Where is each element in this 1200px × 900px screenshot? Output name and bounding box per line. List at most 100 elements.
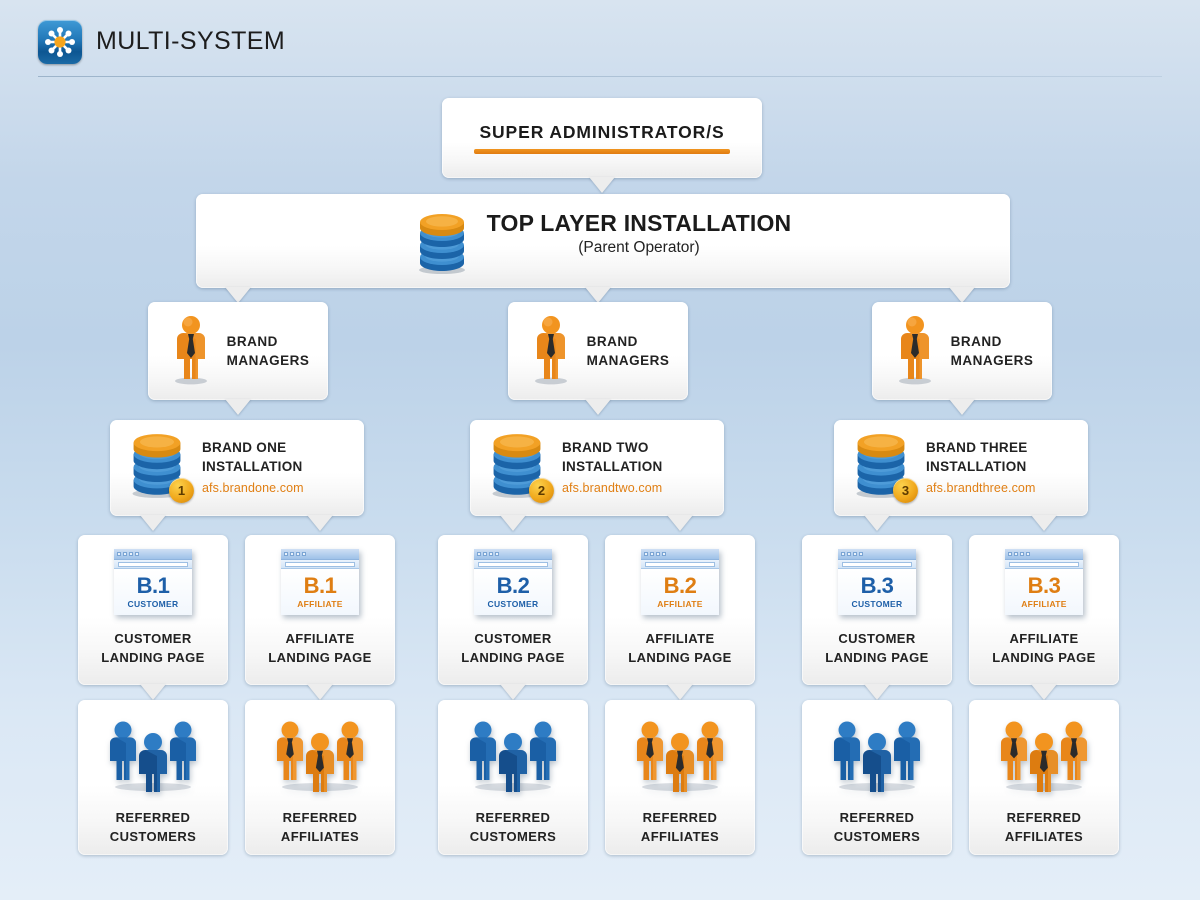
top-layer-installation-node[interactable]: TOP LAYER INSTALLATION (Parent Operator) [196, 194, 1010, 288]
brand-managers-node-1[interactable]: BRAND MANAGERS [148, 302, 328, 400]
landing-page-line2: LANDING PAGE [628, 650, 732, 665]
landing-page-badge-big: B.3 [860, 573, 894, 598]
database-icon: 1 [126, 433, 194, 504]
people-group-icon [822, 716, 932, 792]
landing-page-node-6[interactable]: B.3 AFFILIATE AFFILIATE LANDING PAGE [969, 535, 1119, 685]
landing-page-line2: LANDING PAGE [101, 650, 205, 665]
connector-arrow-brand1-to-landing-2 [307, 515, 333, 531]
landing-page-badge-big: B.2 [663, 573, 697, 598]
referred-label-6: REFERRED AFFILIATES [1005, 808, 1083, 846]
browser-window-icon: B.3 AFFILIATE [1005, 549, 1083, 615]
super-administrator-node[interactable]: SUPER ADMINISTRATOR/S [442, 98, 762, 178]
landing-page-node-2[interactable]: B.1 AFFILIATE AFFILIATE LANDING PAGE [245, 535, 395, 685]
brand-installation-url-1[interactable]: afs.brandone.com [202, 479, 304, 498]
brand-installation-name-line2: INSTALLATION [202, 459, 303, 474]
super-administrator-underline [474, 149, 730, 154]
connector-arrow-landing1-to-referred-1 [140, 684, 166, 700]
brand-managers-label-3: BRAND MANAGERS [951, 332, 1034, 370]
database-icon: 2 [486, 433, 554, 504]
brand-installation-node-1[interactable]: 1 BRAND ONE INSTALLATION afs.brandone.co… [110, 420, 364, 516]
brand-managers-line1: BRAND [226, 334, 278, 349]
connector-arrow-brand2-to-landing-4 [667, 515, 693, 531]
people-group-icon [625, 716, 735, 792]
connector-arrow-bm3-to-brand-install-3 [949, 399, 975, 415]
brand-installation-name-line2: INSTALLATION [926, 459, 1027, 474]
landing-page-line2: LANDING PAGE [268, 650, 372, 665]
brand-installation-url-3[interactable]: afs.brandthree.com [926, 479, 1036, 498]
connector-arrow-brand2-to-landing-3 [500, 515, 526, 531]
brand-installation-node-2[interactable]: 2 BRAND TWO INSTALLATION afs.brandtwo.co… [470, 420, 724, 516]
landing-page-node-5[interactable]: B.3 CUSTOMER CUSTOMER LANDING PAGE [802, 535, 952, 685]
people-group-icon [265, 716, 375, 792]
referred-node-6[interactable]: REFERRED AFFILIATES [969, 700, 1119, 855]
connector-arrow-landing3-to-referred-3 [500, 684, 526, 700]
connector-arrow-toplayer-to-brand-1 [225, 287, 251, 303]
referred-line2: CUSTOMERS [833, 829, 921, 844]
landing-page-line1: CUSTOMER [474, 631, 552, 646]
brand-managers-node-2[interactable]: BRAND MANAGERS [508, 302, 688, 400]
browser-window-icon: B.1 AFFILIATE [281, 549, 359, 615]
landing-page-line1: CUSTOMER [838, 631, 916, 646]
landing-page-node-1[interactable]: B.1 CUSTOMER CUSTOMER LANDING PAGE [78, 535, 228, 685]
brand-installation-badge-3: 3 [893, 477, 918, 503]
landing-page-badge-small: CUSTOMER [851, 599, 903, 609]
brand-installation-name-line1: BRAND TWO [562, 440, 649, 455]
connector-arrow-brand3-to-landing-6 [1031, 515, 1057, 531]
landing-page-line1: AFFILIATE [285, 631, 355, 646]
person-manager-icon [167, 313, 215, 390]
brand-installation-name-line2: INSTALLATION [562, 459, 663, 474]
referred-label-1: REFERRED CUSTOMERS [110, 808, 196, 846]
referred-line1: REFERRED [475, 810, 551, 825]
brand-installation-badge-2: 2 [529, 477, 554, 503]
brand-installation-node-3[interactable]: 3 BRAND THREE INSTALLATION afs.brandthre… [834, 420, 1088, 516]
brand-managers-node-3[interactable]: BRAND MANAGERS [872, 302, 1052, 400]
brand-managers-line1: BRAND [950, 334, 1002, 349]
landing-page-line1: CUSTOMER [114, 631, 192, 646]
browser-window-icon: B.3 CUSTOMER [838, 549, 916, 615]
connector-arrow-landing2-to-referred-2 [307, 684, 333, 700]
brand-installation-url-2[interactable]: afs.brandtwo.com [562, 479, 663, 498]
referred-node-4[interactable]: REFERRED AFFILIATES [605, 700, 755, 855]
landing-page-node-4[interactable]: B.2 AFFILIATE AFFILIATE LANDING PAGE [605, 535, 755, 685]
landing-page-line1: AFFILIATE [1009, 631, 1079, 646]
referred-line1: REFERRED [839, 810, 915, 825]
browser-window-icon: B.2 AFFILIATE [641, 549, 719, 615]
super-administrator-label: SUPER ADMINISTRATOR/S [479, 122, 725, 142]
browser-window-icon: B.1 CUSTOMER [114, 549, 192, 615]
landing-page-line2: LANDING PAGE [992, 650, 1096, 665]
landing-page-label-4: AFFILIATE LANDING PAGE [628, 629, 732, 667]
brand-managers-line1: BRAND [586, 334, 638, 349]
landing-page-line2: LANDING PAGE [461, 650, 565, 665]
landing-page-badge-big: B.3 [1027, 573, 1061, 598]
person-manager-icon [527, 313, 575, 390]
landing-page-badge-big: B.1 [303, 573, 337, 598]
landing-page-badge-small: AFFILIATE [297, 599, 343, 609]
referred-node-2[interactable]: REFERRED AFFILIATES [245, 700, 395, 855]
hub-spoke-icon [38, 20, 82, 64]
referred-label-4: REFERRED AFFILIATES [641, 808, 719, 846]
referred-line2: AFFILIATES [640, 829, 720, 844]
people-group-icon [98, 716, 208, 792]
referred-label-3: REFERRED CUSTOMERS [470, 808, 556, 846]
landing-page-badge-small: CUSTOMER [127, 599, 179, 609]
connector-arrow-landing5-to-referred-5 [864, 684, 890, 700]
landing-page-label-1: CUSTOMER LANDING PAGE [101, 629, 205, 667]
referred-line1: REFERRED [115, 810, 191, 825]
brand-managers-label-1: BRAND MANAGERS [227, 332, 310, 370]
people-group-icon [989, 716, 1099, 792]
landing-page-label-6: AFFILIATE LANDING PAGE [992, 629, 1096, 667]
landing-page-line1: AFFILIATE [645, 631, 715, 646]
referred-line2: CUSTOMERS [109, 829, 197, 844]
referred-node-3[interactable]: REFERRED CUSTOMERS [438, 700, 588, 855]
connector-arrow-bm2-to-brand-install-2 [585, 399, 611, 415]
referred-node-1[interactable]: REFERRED CUSTOMERS [78, 700, 228, 855]
landing-page-badge-small: CUSTOMER [487, 599, 539, 609]
people-group-icon [458, 716, 568, 792]
referred-node-5[interactable]: REFERRED CUSTOMERS [802, 700, 952, 855]
landing-page-line2: LANDING PAGE [825, 650, 929, 665]
brand-managers-line2: MANAGERS [950, 353, 1034, 368]
connector-arrow-toplayer-to-brand-3 [949, 287, 975, 303]
referred-line1: REFERRED [642, 810, 718, 825]
landing-page-node-3[interactable]: B.2 CUSTOMER CUSTOMER LANDING PAGE [438, 535, 588, 685]
brand-managers-line2: MANAGERS [586, 353, 670, 368]
